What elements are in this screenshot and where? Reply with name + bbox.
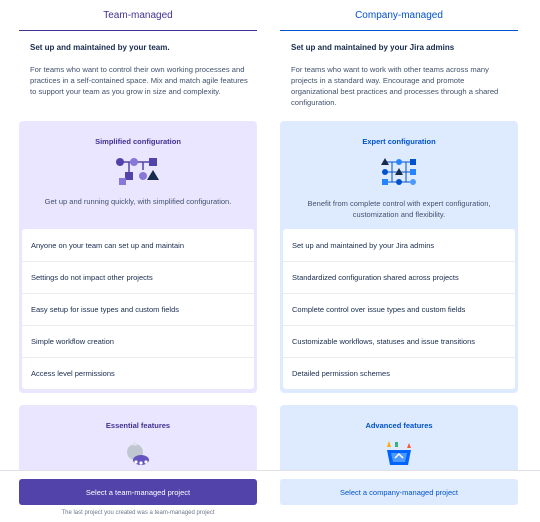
last-project-note: The last project you created was a team-… — [61, 510, 215, 516]
list-item: Customizable workflows, statuses and iss… — [283, 325, 515, 357]
list-item: Anyone on your team can set up and maint… — [31, 240, 185, 250]
team-managed-heading: Team-managed — [19, 0, 257, 31]
select-company-managed-button[interactable]: Select a company-managed project — [280, 479, 518, 505]
simplified-configuration-icon — [116, 158, 159, 185]
list-item: Access level permissions — [22, 357, 254, 389]
essential-features-title: Essential features — [105, 421, 171, 430]
select-team-managed-button[interactable]: Select a team-managed project — [19, 479, 257, 505]
company-managed-column: Company-managed Set up and maintained by… — [280, 0, 518, 485]
footer-bar: Select a team-managed project Select a c… — [0, 470, 540, 522]
list-item: Settings do not impact other projects — [22, 261, 254, 293]
company-managed-heading: Company-managed — [280, 0, 518, 31]
list-item: Simple workflow creation — [22, 325, 254, 357]
company-managed-feature-list: Set up and maintained by your Jira admin… — [283, 229, 515, 389]
expert-configuration-title: Expert configuration — [362, 137, 436, 146]
simplified-configuration-card: Simplified configuration Get up and runn… — [19, 121, 257, 393]
simplified-configuration-title: Simplified configuration — [95, 137, 181, 146]
list-item: Easy setup for issue types and custom fi… — [22, 293, 254, 325]
list-item: Complete control over issue types and cu… — [283, 293, 515, 325]
simplified-configuration-description: Get up and running quickly, with simplif… — [44, 197, 232, 206]
list-item: Set up and maintained by your Jira admin… — [292, 240, 435, 250]
team-managed-description: For teams who want to control their own … — [30, 65, 248, 96]
essential-features-icon — [127, 441, 149, 465]
team-managed-feature-list: Anyone on your team can set up and maint… — [22, 229, 254, 389]
expert-configuration-icon — [381, 158, 416, 185]
advanced-features-icon — [387, 441, 411, 465]
list-item: Detailed permission schemes — [283, 357, 515, 389]
list-item: Standardized configuration shared across… — [283, 261, 515, 293]
expert-configuration-card: Expert configuration Benefit from comple… — [280, 121, 518, 393]
expert-configuration-description: Benefit from complete control with exper… — [307, 199, 491, 219]
company-managed-description: For teams who want to work with other te… — [291, 65, 499, 107]
advanced-features-title: Advanced features — [365, 421, 433, 430]
team-managed-column: Team-managed Set up and maintained by yo… — [19, 0, 257, 485]
team-managed-subtitle: Set up and maintained by your team. — [30, 43, 170, 52]
company-managed-subtitle: Set up and maintained by your Jira admin… — [291, 43, 455, 52]
